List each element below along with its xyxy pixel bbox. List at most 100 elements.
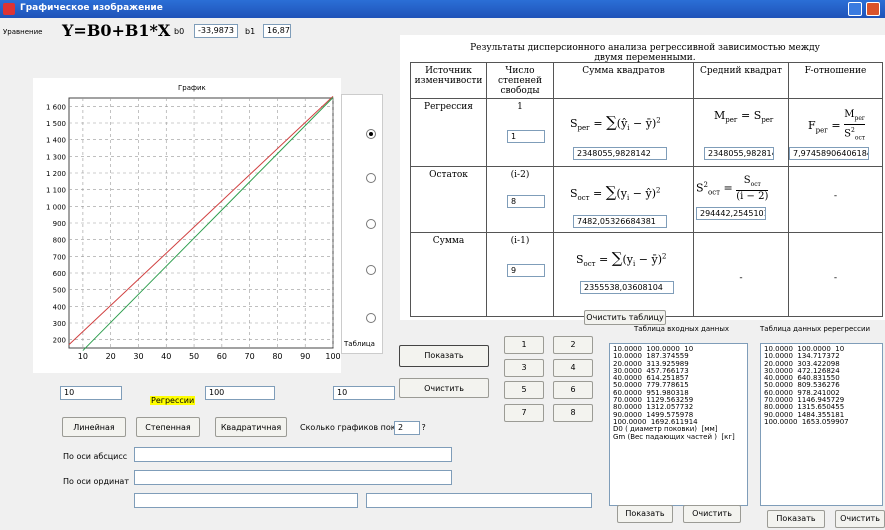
anova-title: Результаты дисперсионного анализа регрес… bbox=[470, 43, 820, 63]
b0-label: b0 bbox=[174, 27, 185, 36]
num-4-button[interactable]: 4 bbox=[553, 359, 593, 377]
equation-label: Уравнение bbox=[3, 28, 43, 36]
row-total-ss bbox=[554, 233, 694, 317]
mid-field[interactable]: 100 bbox=[205, 386, 275, 400]
ms-regression-formula: Mрег = Sрег bbox=[714, 109, 774, 125]
num-2-button[interactable]: 2 bbox=[553, 336, 593, 354]
title-bar: Графическое изображение bbox=[0, 0, 885, 18]
ordinate-field[interactable] bbox=[134, 470, 452, 485]
chart-svg: 1 600 1 500 1 400 1 300 1 200 1 100 1 000 900 80… bbox=[46, 95, 341, 361]
x-tick-label: 80 bbox=[272, 352, 282, 361]
df-residual-field[interactable]: 8 bbox=[507, 195, 545, 208]
x-tick-label: 20 bbox=[106, 352, 116, 361]
chart-side-panel bbox=[341, 94, 383, 354]
num-6-button[interactable]: 6 bbox=[553, 381, 593, 399]
y-tick-label: 1 100 bbox=[46, 187, 66, 195]
header-ms: Средний квадрат bbox=[694, 63, 789, 99]
ms-residual-field[interactable]: 294442,25451013 bbox=[696, 207, 766, 220]
header-ss: Сумма квадратов bbox=[554, 63, 694, 99]
anova-panel: Результаты дисперсионного анализа регрес… bbox=[400, 35, 885, 320]
abscissa-field[interactable] bbox=[134, 447, 452, 462]
ss-residual-formula: Sост = ∑(yi − ŷ)2 bbox=[570, 183, 661, 203]
row-total-f: - bbox=[789, 233, 883, 317]
ss-total-field[interactable]: 2355538,03608104 bbox=[580, 281, 674, 294]
num-1-button[interactable]: 1 bbox=[504, 336, 544, 354]
regression-label: Регрессии bbox=[150, 396, 196, 405]
x-tick-label: 40 bbox=[161, 352, 171, 361]
x-tick-label: 50 bbox=[189, 352, 199, 361]
graph-count-field[interactable]: 2 bbox=[394, 421, 420, 435]
df-label: (i-2) bbox=[510, 170, 530, 180]
x-tick-label: 60 bbox=[217, 352, 227, 361]
window-title: Графическое изображение bbox=[20, 3, 163, 13]
chart-radio-4[interactable] bbox=[366, 265, 376, 275]
x-from-field[interactable]: 10 bbox=[60, 386, 122, 400]
input-data-list[interactable]: 10.0000 100.0000 10 10.0000 187.374559 2… bbox=[609, 343, 748, 506]
ss-regression-formula: Sрег = ∑(ŷi − ȳ)2 bbox=[570, 113, 661, 133]
num-3-button[interactable]: 3 bbox=[504, 359, 544, 377]
row-total-source: Сумма bbox=[411, 233, 487, 317]
minimize-button[interactable] bbox=[848, 2, 862, 16]
num-5-button[interactable]: 5 bbox=[504, 381, 544, 399]
y-tick-label: 500 bbox=[53, 287, 66, 295]
clear-table-button[interactable]: Очистить таблицу bbox=[584, 310, 666, 325]
y-tick-label: 800 bbox=[53, 237, 66, 245]
close-button[interactable] bbox=[866, 2, 880, 16]
y-tick-label: 1 500 bbox=[46, 120, 66, 128]
chart-radio-5[interactable] bbox=[366, 313, 376, 323]
show-input-button[interactable]: Показать bbox=[617, 505, 673, 523]
quadratic-button[interactable]: Квадратичная bbox=[215, 417, 287, 437]
power-button[interactable]: Степенная bbox=[136, 417, 200, 437]
input-table-title: Таблица входных данных bbox=[634, 325, 729, 333]
y-tick-label: 400 bbox=[53, 303, 66, 311]
ordinate-label: По оси ординат bbox=[63, 477, 129, 486]
ms-regression-field[interactable]: 2348055,9828142 bbox=[704, 147, 774, 160]
x-tick-label: 100 bbox=[325, 352, 340, 361]
header-f: F-отношение bbox=[789, 63, 883, 99]
f-formula: Fрег = Mрег S2ост bbox=[808, 109, 866, 142]
clear-input-button[interactable]: Очистить bbox=[683, 505, 741, 523]
y-tick-label: 1 600 bbox=[46, 103, 66, 111]
b1-field[interactable]: 16,870 bbox=[263, 24, 291, 38]
df-total-field[interactable]: 9 bbox=[507, 264, 545, 277]
b1-label: b1 bbox=[245, 27, 256, 36]
chart-side-label: Таблица bbox=[344, 340, 375, 348]
df-regression-field[interactable]: 1 bbox=[507, 130, 545, 143]
f-regression-field[interactable]: 7,97458906406184 bbox=[789, 147, 869, 160]
ss-total-formula: Sост = ∑(yi − ȳ)2 bbox=[576, 249, 667, 269]
x-tick-label: 10 bbox=[78, 352, 88, 361]
equation-formula: Y=B0+B1*X bbox=[62, 21, 171, 40]
extra-field-1[interactable] bbox=[134, 493, 358, 508]
chart-radio-1[interactable] bbox=[366, 129, 376, 139]
num-7-button[interactable]: 7 bbox=[504, 404, 544, 422]
b0-field[interactable]: -33,9873 bbox=[194, 24, 238, 38]
x-tick-label: 30 bbox=[133, 352, 143, 361]
show-regression-button[interactable]: Показать bbox=[767, 510, 825, 528]
extra-field-2[interactable] bbox=[366, 493, 592, 508]
chart-radio-3[interactable] bbox=[366, 219, 376, 229]
linear-button[interactable]: Линейная bbox=[62, 417, 126, 437]
abscissa-label: По оси абсцисс bbox=[63, 452, 128, 461]
ms-residual-formula: S2ост = Sост (i − 2) bbox=[696, 175, 769, 202]
header-df: Число степеней свободы bbox=[487, 63, 554, 99]
chart-panel: График 1 600 1 500 1 400 1 300 1 200 1 100 1 0… bbox=[33, 78, 341, 373]
show-button[interactable]: Показать bbox=[399, 345, 489, 367]
row-total-ms: - bbox=[694, 233, 789, 317]
regression-data-list[interactable]: 10.0000 100.0000 10 10.0000 134.717372 2… bbox=[760, 343, 883, 506]
y-tick-label: 1 000 bbox=[46, 203, 66, 211]
clear-regression-button[interactable]: Очистить bbox=[835, 510, 885, 528]
num-8-button[interactable]: 8 bbox=[553, 404, 593, 422]
app-icon bbox=[3, 3, 15, 15]
clear-button[interactable]: Очистить bbox=[399, 378, 489, 398]
df-label: (i-1) bbox=[510, 236, 530, 246]
chart-radio-2[interactable] bbox=[366, 173, 376, 183]
df-label: 1 bbox=[517, 102, 523, 112]
y-tick-label: 1 400 bbox=[46, 137, 66, 145]
ss-residual-field[interactable]: 7482,05326684381 bbox=[573, 215, 667, 228]
y-tick-label: 600 bbox=[53, 270, 66, 278]
ss-regression-field[interactable]: 2348055,9828142 bbox=[573, 147, 667, 160]
x-to-field[interactable]: 10 bbox=[333, 386, 395, 400]
y-tick-label: 700 bbox=[53, 253, 66, 261]
row-residual-f: - bbox=[789, 167, 883, 233]
regress-table-title: Таблица данных ререгрессии bbox=[760, 325, 871, 333]
